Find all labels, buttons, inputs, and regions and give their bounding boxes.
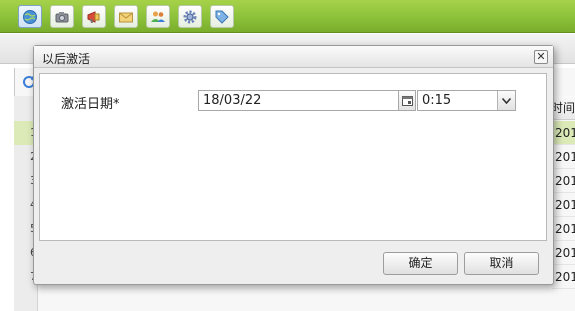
megaphone-icon — [87, 10, 100, 23]
table-cell[interactable]: 201 — [552, 121, 575, 145]
table-cell[interactable]: 201 — [552, 169, 575, 193]
globe-button[interactable] — [18, 5, 42, 28]
table-cell[interactable]: 201 — [552, 241, 575, 265]
dialog-titlebar[interactable]: 以后激活 ✕ — [34, 46, 553, 68]
table-cell[interactable]: 201 — [552, 265, 575, 289]
top-toolbar — [0, 0, 575, 33]
activation-date-input[interactable] — [198, 90, 399, 111]
envelope-icon — [119, 12, 133, 22]
close-icon: ✕ — [536, 50, 546, 63]
users-icon — [151, 11, 165, 22]
table-cell[interactable]: 201 — [552, 217, 575, 241]
calendar-icon — [401, 95, 413, 106]
settings-button[interactable] — [178, 5, 202, 28]
dialog-body: 激活日期* 0:15 — [39, 73, 547, 241]
time-dropdown-button[interactable] — [497, 91, 515, 110]
calendar-button[interactable] — [399, 90, 416, 111]
tag-button[interactable] — [210, 5, 234, 28]
activate-later-dialog: 以后激活 ✕ 激活日期* 0:15 确定 取消 — [33, 45, 554, 285]
time-value: 0:15 — [422, 93, 452, 108]
chevron-down-icon — [502, 97, 511, 104]
gear-icon — [183, 10, 197, 23]
column-header-time[interactable]: 时间 — [552, 96, 575, 120]
cancel-button[interactable]: 取消 — [464, 252, 539, 275]
megaphone-button[interactable] — [82, 5, 106, 28]
envelope-button[interactable] — [114, 5, 138, 28]
ok-button[interactable]: 确定 — [383, 252, 458, 275]
activation-date-label: 激活日期* — [61, 97, 120, 112]
users-button[interactable] — [146, 5, 170, 28]
dialog-title: 以后激活 — [42, 52, 91, 66]
table-cell[interactable]: 201 — [552, 193, 575, 217]
table-cell[interactable]: 201 — [552, 145, 575, 169]
globe-icon — [23, 9, 37, 24]
activation-time-select[interactable]: 0:15 — [417, 90, 516, 111]
close-button[interactable]: ✕ — [534, 50, 548, 64]
tag-icon — [215, 10, 229, 24]
camera-button[interactable] — [50, 5, 74, 28]
camera-icon — [55, 11, 69, 22]
